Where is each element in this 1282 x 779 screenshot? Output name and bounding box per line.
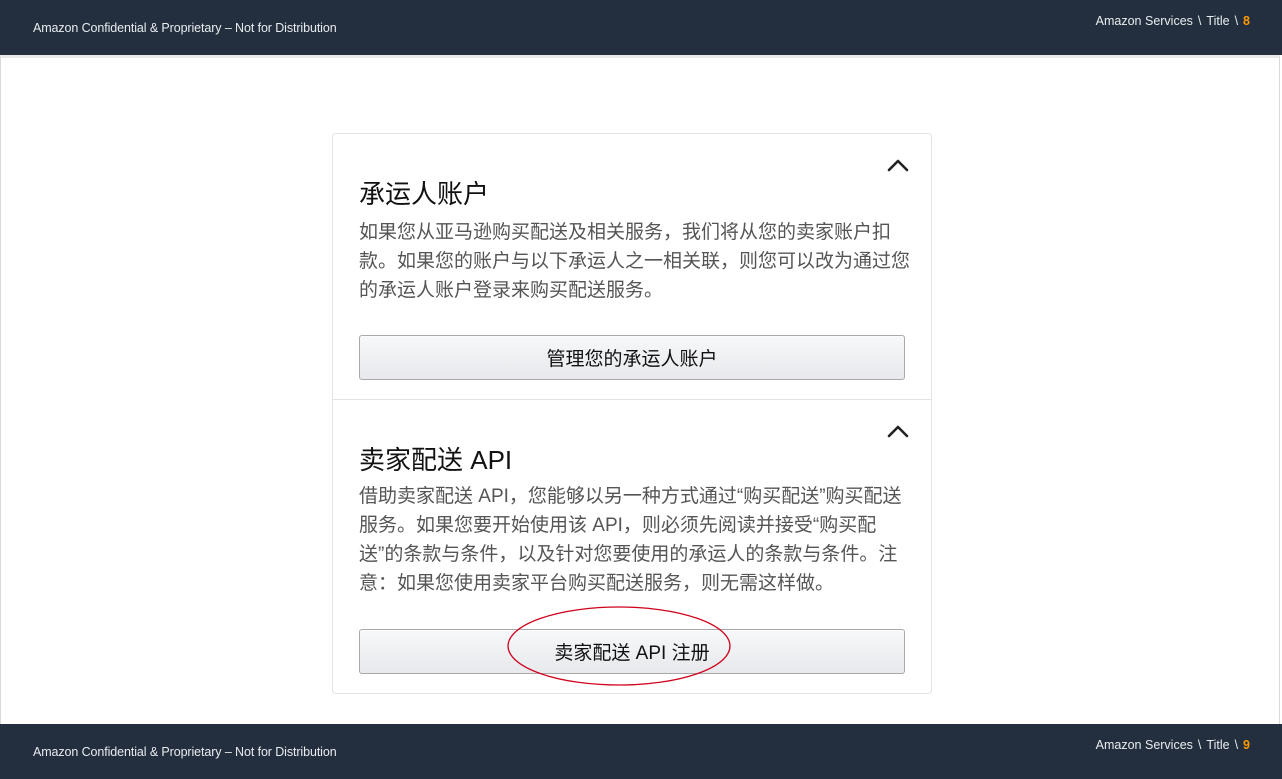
slide-footer-bar: Amazon Confidential & Proprietary – Not … [0,724,1282,779]
confidential-notice: Amazon Confidential & Proprietary – Not … [33,21,337,35]
chevron-up-icon[interactable] [887,156,909,174]
page-number: 9 [1243,738,1250,752]
page-number: 8 [1243,14,1250,28]
shipping-settings-card: 承运人账户 如果您从亚马逊购买配送及相关服务，我们将从您的卖家账户扣款。如果您的… [332,133,932,694]
seller-shipping-api-description: 借助卖家配送 API，您能够以另一种方式通过“购买配送”购买配送服务。如果您要开… [359,486,902,594]
crumb-company: Amazon Services [1095,14,1193,28]
slide-header-bar: Amazon Confidential & Proprietary – Not … [0,0,1282,55]
crumb-separator: \ [1234,14,1239,28]
crumb-company: Amazon Services [1095,738,1193,752]
carrier-account-description: 如果您从亚马逊购买配送及相关服务，我们将从您的卖家账户扣款。如果您的账户与以下承… [359,222,911,301]
slide-breadcrumb: Amazon Services \ Title \ 8 [1096,14,1250,28]
slide-breadcrumb: Amazon Services \ Title \ 9 [1096,738,1250,752]
carrier-account-title: 承运人账户 [359,178,490,209]
seller-shipping-api-section: 卖家配送 API 借助卖家配送 API，您能够以另一种方式通过“购买配送”购买配… [333,399,931,695]
seller-shipping-api-register-button[interactable]: 卖家配送 API 注册 [359,629,905,674]
confidential-notice: Amazon Confidential & Proprietary – Not … [33,745,337,759]
crumb-separator: \ [1197,738,1202,752]
seller-shipping-api-title: 卖家配送 API [359,444,513,475]
crumb-separator: \ [1234,738,1239,752]
chevron-up-icon[interactable] [887,422,909,440]
crumb-separator: \ [1197,14,1202,28]
manage-carrier-account-button[interactable]: 管理您的承运人账户 [359,335,905,380]
crumb-title: Title [1206,738,1230,752]
carrier-account-section: 承运人账户 如果您从亚马逊购买配送及相关服务，我们将从您的卖家账户扣款。如果您的… [333,134,931,398]
crumb-title: Title [1206,14,1230,28]
